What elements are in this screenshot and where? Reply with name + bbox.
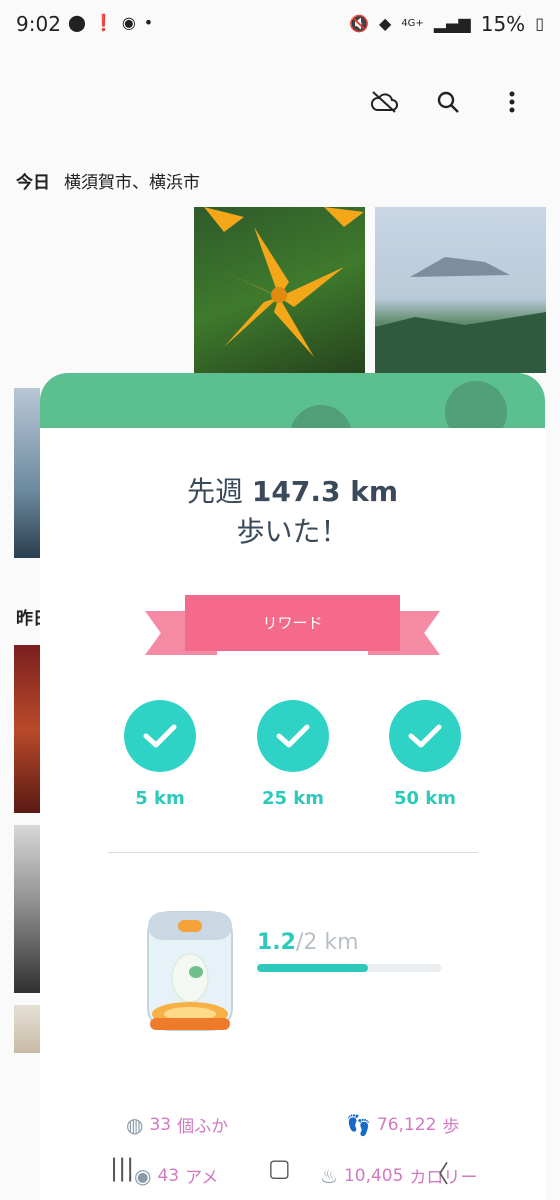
egg-incubator-icon[interactable] <box>140 906 240 1041</box>
photo-thumbnail-mountain[interactable] <box>375 207 546 373</box>
egg-icon: ◍ <box>126 1112 144 1137</box>
weekly-distance-headline: 先週 147.3 km 歩いた！ <box>40 472 545 552</box>
photo-thumbnail-misc[interactable] <box>14 1005 40 1053</box>
today-section-header: 今日 横須賀市、横浜市 <box>16 168 200 193</box>
chrome-icon: ◉ <box>121 13 136 32</box>
clock: 9:02 <box>16 12 61 36</box>
reward-label: 50 km <box>393 788 457 809</box>
egg-progress-total: /2 km <box>295 930 359 955</box>
hatched-unit: 個ふか <box>177 1117 229 1137</box>
photo-thumbnail-flower[interactable] <box>194 207 365 373</box>
egg-progress-current: 1.2 <box>257 930 296 955</box>
battery-percent: 15% <box>480 12 526 36</box>
today-location: 横須賀市、横浜市 <box>64 173 200 193</box>
headline-line2: 歩いた！ <box>236 515 349 548</box>
today-label: 今日 <box>16 173 50 193</box>
reward-milestone[interactable]: 25 km <box>238 700 348 809</box>
mute-icon: 🔇 <box>349 14 369 33</box>
egg-progress-text: 1.2/2 km <box>257 930 359 955</box>
battery-icon: ▯ <box>535 14 544 33</box>
weekly-summary-card: 先週 147.3 km 歩いた！ リワード 5 km 25 km 50 km 1… <box>40 428 545 1200</box>
divider <box>108 852 478 853</box>
reward-label: 5 km <box>135 788 185 809</box>
cloud-off-icon[interactable] <box>366 84 402 120</box>
steps-unit: 歩 <box>442 1117 460 1137</box>
photo-thumbnail-object[interactable] <box>14 825 40 993</box>
check-icon <box>124 700 196 772</box>
photo-thumbnail-package[interactable] <box>14 645 40 813</box>
steps-value: 76,122 <box>376 1114 437 1135</box>
check-icon <box>257 700 329 772</box>
alert-icon: ❗ <box>93 13 114 32</box>
reward-milestone[interactable]: 5 km <box>105 700 215 809</box>
hatched-value: 33 <box>149 1114 172 1135</box>
location-icon: ◆ <box>379 14 392 33</box>
weekly-distance: 147.3 km <box>251 475 399 508</box>
rewards-ribbon: リワード <box>145 595 440 663</box>
signal-icon: ▂▄▆ <box>433 14 471 33</box>
system-nav-bar: ||| ▢ 〈 <box>0 1150 560 1200</box>
network-type: 4G+ <box>401 18 424 29</box>
more-vert-icon[interactable] <box>494 84 530 120</box>
reward-milestone[interactable]: 50 km <box>370 700 480 809</box>
headline-prefix: 先週 <box>186 475 243 508</box>
home-icon[interactable]: ▢ <box>268 1154 291 1182</box>
egg-progress-bar <box>257 964 442 972</box>
ribbon-label: リワード <box>185 595 400 651</box>
back-icon[interactable]: 〈 <box>425 1154 449 1189</box>
egg-progress-fill <box>257 964 368 972</box>
footprints-icon: 👣 <box>346 1112 371 1137</box>
check-icon <box>389 700 461 772</box>
recent-apps-icon[interactable]: ||| <box>110 1154 134 1182</box>
dot-icon: • <box>143 13 154 32</box>
search-icon[interactable] <box>430 84 466 120</box>
stat-steps: 👣 76,122 歩 <box>346 1112 460 1138</box>
status-bar: 9:02 ⬤ ❗ ◉ • 🔇 ◆ 4G+ ▂▄▆ 15% ▯ <box>0 0 560 50</box>
photo-thumbnail-sea[interactable] <box>14 388 40 558</box>
reward-label: 25 km <box>261 788 325 809</box>
stat-hatched: ◍ 33 個ふか <box>126 1112 229 1138</box>
card-header-band <box>40 373 545 467</box>
gallery-toolbar <box>366 84 530 120</box>
location-pin-icon: ⬤ <box>68 13 86 32</box>
